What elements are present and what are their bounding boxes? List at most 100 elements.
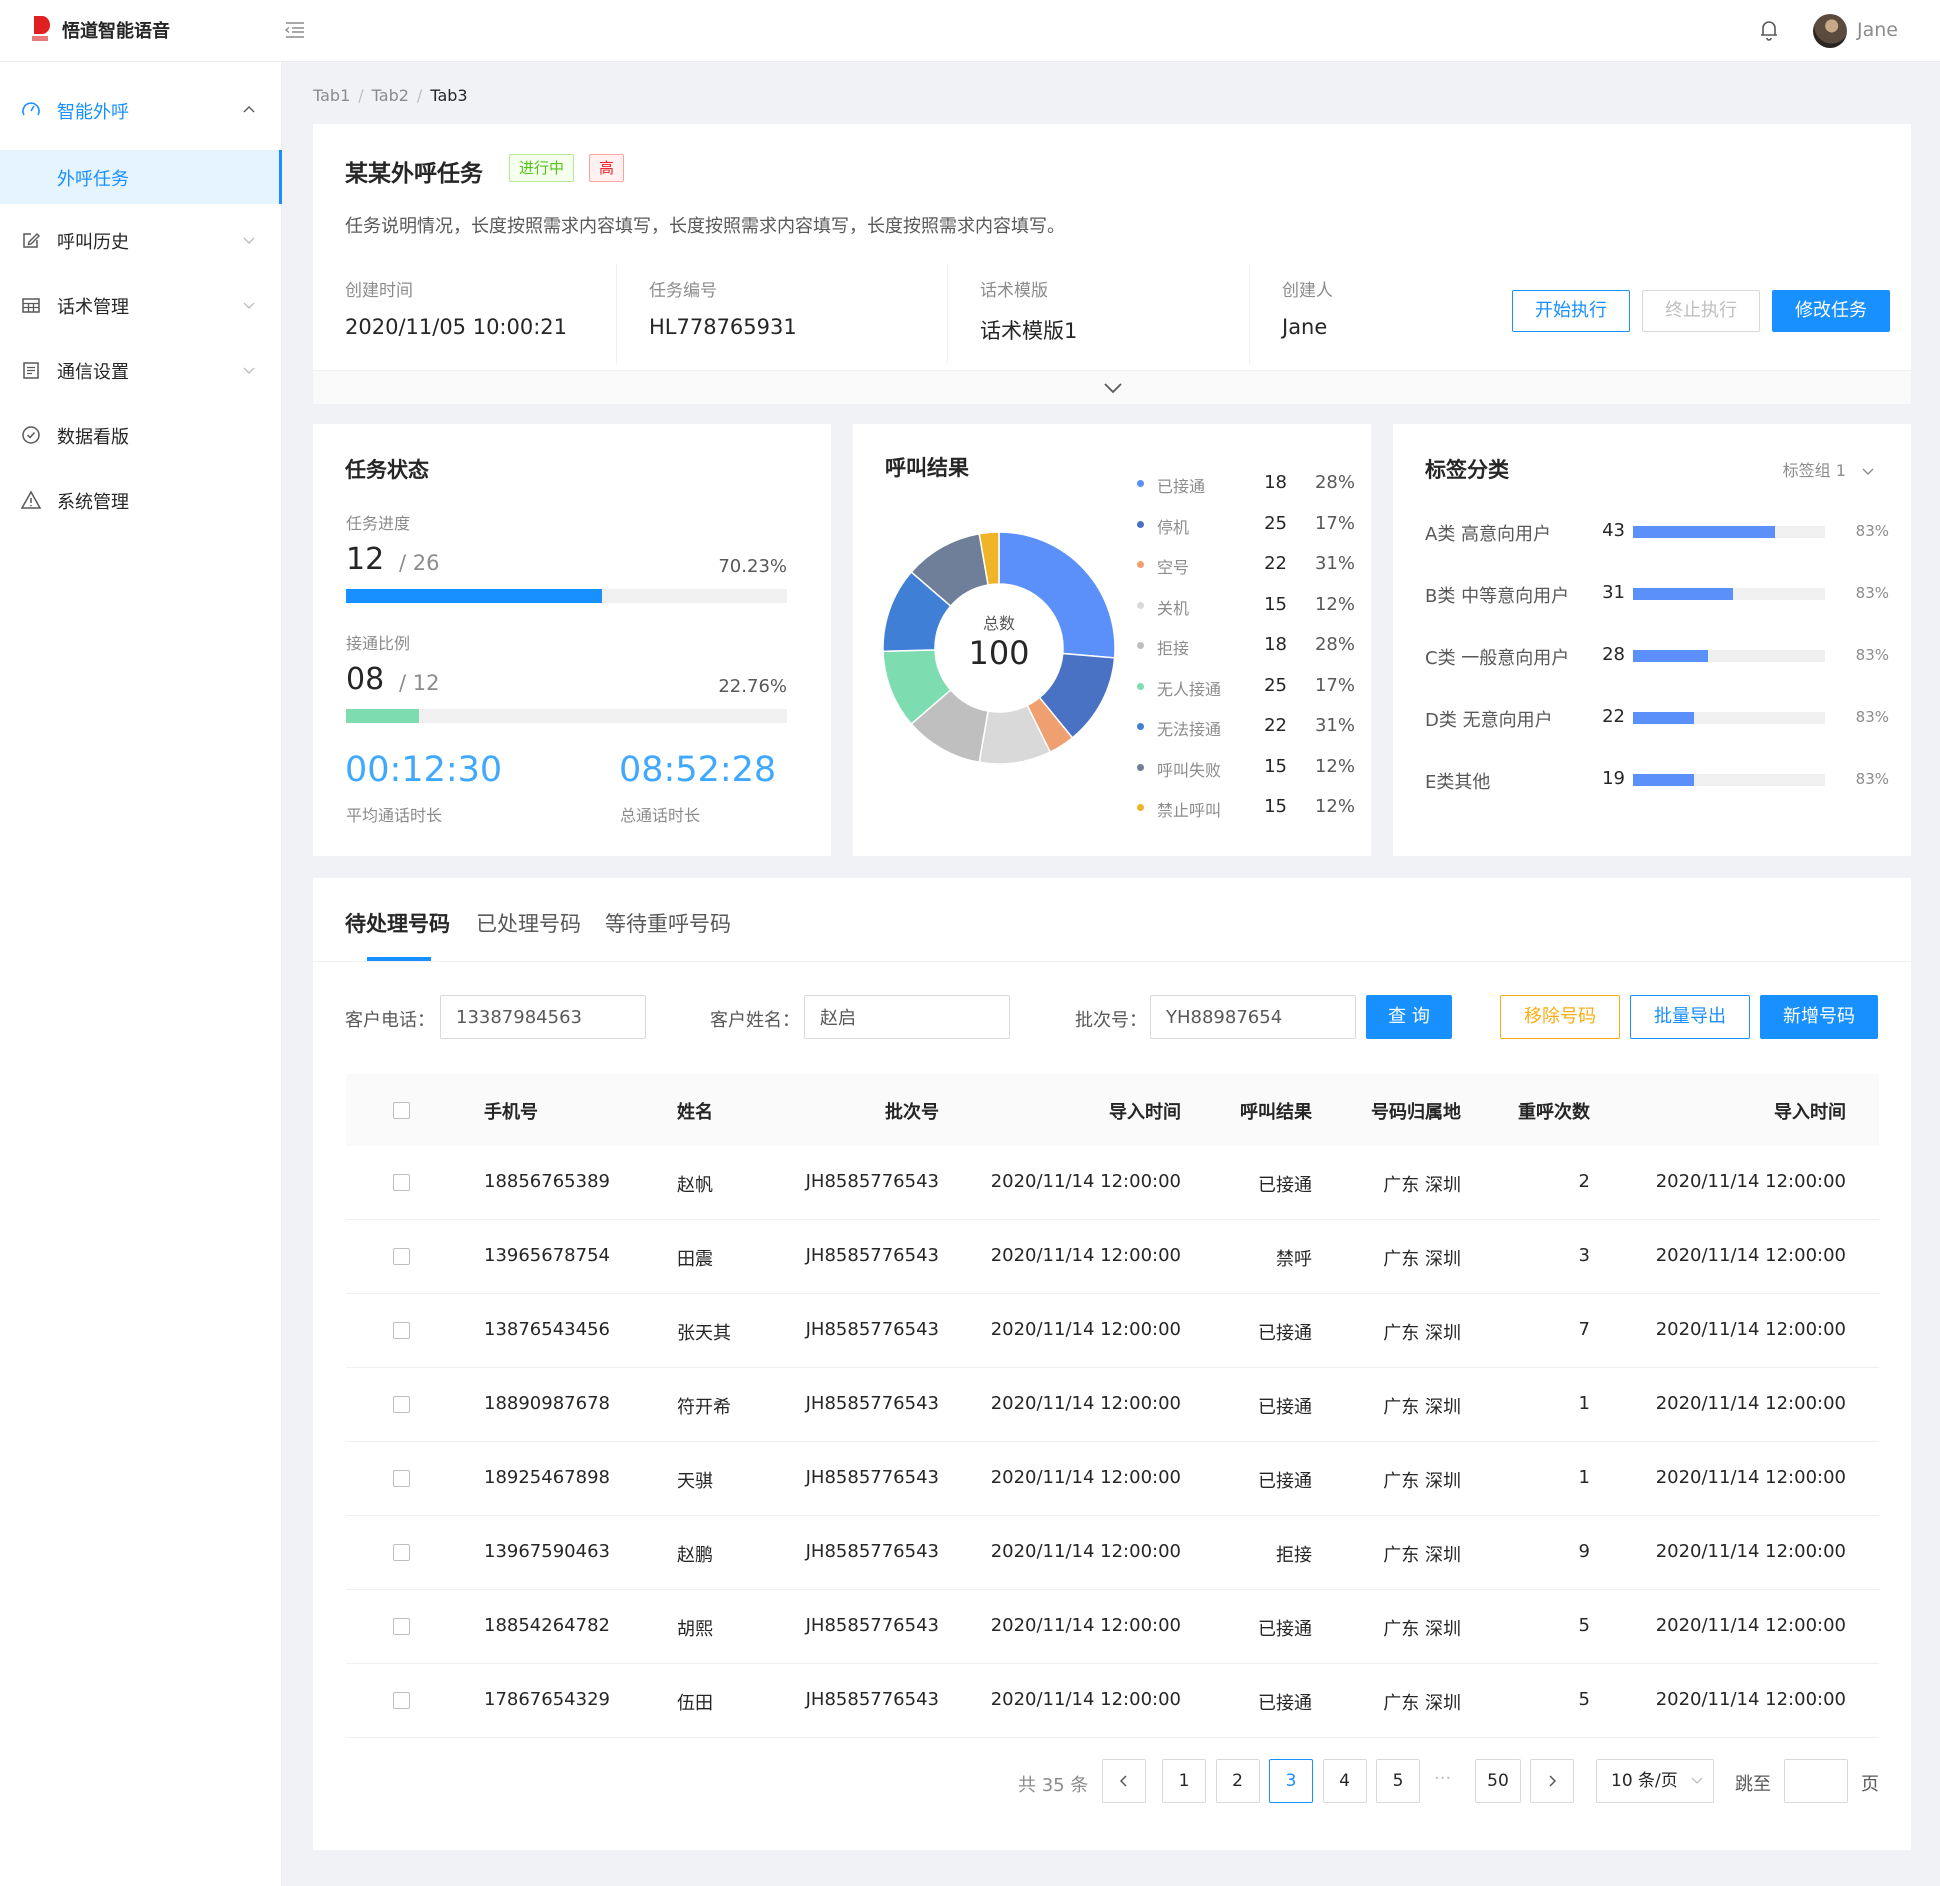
pagination-page[interactable]: 4 — [1322, 1759, 1367, 1803]
query-button[interactable]: 查 询 — [1366, 995, 1452, 1039]
chevron-down-icon — [1691, 1777, 1703, 1784]
column-header[interactable]: 姓名 — [677, 1098, 713, 1124]
table-row[interactable]: 18890987678 符开希 JH8585776543 2020/11/14 12:… — [346, 1368, 1879, 1442]
name-filter-input[interactable] — [804, 995, 1010, 1039]
cell-name: 田震 — [677, 1249, 713, 1270]
page-size-select[interactable]: 10 条/页 — [1596, 1759, 1714, 1803]
pagination-page[interactable]: 5 — [1376, 1759, 1420, 1803]
column-header[interactable]: 批次号 — [885, 1098, 939, 1124]
expand-toggle[interactable] — [313, 370, 1911, 404]
column-header[interactable]: 号码归属地 — [1371, 1098, 1461, 1124]
sidebar-item-smart-outbound[interactable]: 智能外呼 — [0, 84, 282, 136]
row-checkbox[interactable] — [393, 1322, 410, 1339]
cell-import-time: 2020/11/14 12:00:00 — [990, 1319, 1181, 1340]
table-row[interactable]: 17867654329 伍田 JH8585776543 2020/11/14 12:0… — [346, 1664, 1879, 1738]
jump-page-input[interactable] — [1784, 1759, 1848, 1803]
cell-import-time-2: 2020/11/14 12:00:00 — [1655, 1171, 1846, 1192]
start-button[interactable]: 开始执行 — [1512, 290, 1630, 332]
legend-item[interactable]: 空号 22 31% — [1137, 550, 1377, 580]
add-number-button[interactable]: 新增号码 — [1760, 995, 1878, 1039]
table-row[interactable]: 13876543456 张天其 JH8585776543 2020/11/14 12:… — [346, 1294, 1879, 1368]
table-row[interactable]: 18856765389 赵帆 JH8585776543 2020/11/14 12:0… — [346, 1146, 1879, 1220]
sidebar-item-communication-settings[interactable]: 通信设置 — [0, 344, 282, 396]
legend-label: 呼叫失败 — [1157, 760, 1222, 780]
tag-category-row: A类 高意向用户 43 83% — [1425, 516, 1905, 546]
legend-label: 拒接 — [1157, 639, 1190, 658]
legend-item[interactable]: 拒接 18 28% — [1137, 631, 1377, 661]
tab-processed-numbers[interactable]: 已处理号码 — [476, 908, 581, 938]
row-checkbox[interactable] — [393, 1618, 410, 1635]
legend-item[interactable]: 停机 25 17% — [1137, 510, 1377, 540]
row-checkbox[interactable] — [393, 1692, 410, 1709]
table-row[interactable]: 13965678754 田震 JH8585776543 2020/11/14 12:0… — [346, 1220, 1879, 1294]
row-checkbox[interactable] — [393, 1470, 410, 1487]
tag-category-percent: 83% — [1855, 770, 1889, 788]
cell-phone: 17867654329 — [484, 1689, 610, 1710]
sidebar-item-call-history[interactable]: 呼叫历史 — [0, 214, 282, 266]
divider — [1249, 264, 1250, 364]
pagination-page[interactable]: 3 — [1269, 1759, 1313, 1803]
breadcrumb-item[interactable]: Tab1 — [313, 86, 350, 105]
bell-icon[interactable] — [1758, 18, 1780, 42]
progress-total: / 26 — [399, 551, 440, 575]
card-title: 任务状态 — [345, 458, 429, 482]
breadcrumb-item[interactable]: Tab2 — [372, 86, 409, 105]
row-checkbox[interactable] — [393, 1174, 410, 1191]
pagination-page[interactable]: 1 — [1162, 1759, 1206, 1803]
column-header[interactable]: 导入时间 — [1109, 1098, 1181, 1124]
pagination-ellipsis[interactable]: ··· — [1434, 1768, 1451, 1789]
tag-group-select[interactable]: 标签组 1 — [1783, 457, 1875, 481]
legend-percent: 12% — [1314, 755, 1355, 777]
legend-item[interactable]: 呼叫失败 15 12% — [1137, 753, 1377, 783]
sidebar-item-label: 智能外呼 — [57, 102, 129, 123]
tag-category-percent: 83% — [1855, 646, 1889, 664]
column-header[interactable]: 重呼次数 — [1518, 1098, 1590, 1124]
cell-call-result: 已接通 — [1258, 1619, 1312, 1640]
tag-category-bar-fill — [1633, 712, 1695, 724]
legend-item[interactable]: 关机 15 12% — [1137, 591, 1377, 621]
tag-category-name: E类其他 — [1425, 772, 1491, 793]
cell-redial-count: 7 — [1578, 1319, 1590, 1340]
phone-filter-input[interactable] — [440, 995, 646, 1039]
avatar[interactable] — [1813, 14, 1847, 48]
batch-filter-input[interactable] — [1150, 995, 1356, 1039]
cell-name: 伍田 — [677, 1693, 713, 1714]
call-result-card: 呼叫结果 总数 100 已接通 18 28% 停机 25 17% 空号 22 31% 关机 15 12… — [853, 424, 1371, 856]
row-checkbox[interactable] — [393, 1396, 410, 1413]
pagination-page[interactable]: 2 — [1215, 1759, 1260, 1803]
sidebar-item-system-management[interactable]: 系统管理 — [0, 474, 282, 526]
legend-count: 22 — [1264, 715, 1287, 736]
remove-numbers-button[interactable]: 移除号码 — [1500, 995, 1620, 1039]
legend-item[interactable]: 无人接通 25 17% — [1137, 672, 1377, 702]
row-checkbox[interactable] — [393, 1248, 410, 1265]
legend-item[interactable]: 无法接通 22 31% — [1137, 712, 1377, 742]
stop-button[interactable]: 终止执行 — [1642, 290, 1760, 332]
batch-export-button[interactable]: 批量导出 — [1630, 995, 1750, 1039]
connect-total-value: 12 — [412, 671, 440, 695]
menu-fold-icon[interactable] — [284, 20, 306, 40]
column-header[interactable]: 呼叫结果 — [1240, 1098, 1312, 1124]
tab-redial-numbers[interactable]: 等待重呼号码 — [605, 908, 731, 938]
cell-location: 广东 深圳 — [1383, 1397, 1461, 1418]
edit-task-button[interactable]: 修改任务 — [1772, 290, 1890, 332]
tab-pending-numbers[interactable]: 待处理号码 — [345, 908, 450, 938]
select-all-checkbox[interactable] — [393, 1102, 410, 1119]
meta-value: HL778765931 — [649, 315, 797, 339]
sidebar-item-outbound-task[interactable]: 外呼任务 — [0, 150, 282, 204]
sidebar-item-script-management[interactable]: 话术管理 — [0, 279, 282, 331]
pagination-page-last[interactable]: 50 — [1475, 1759, 1521, 1803]
row-checkbox[interactable] — [393, 1544, 410, 1561]
sidebar-item-data-board[interactable]: 数据看版 — [0, 409, 282, 461]
table-row[interactable]: 18854264782 胡熙 JH8585776543 2020/11/14 12:0… — [346, 1590, 1879, 1664]
batch-filter-label: 批次号： — [1075, 1010, 1147, 1031]
pagination-next[interactable] — [1530, 1759, 1574, 1803]
column-header[interactable]: 手机号 — [484, 1098, 538, 1124]
table-row[interactable]: 18925467898 天骐 JH8585776543 2020/11/14 12:0… — [346, 1442, 1879, 1516]
pagination-prev[interactable] — [1102, 1759, 1146, 1803]
legend-item[interactable]: 已接通 18 28% — [1137, 469, 1377, 499]
legend-item[interactable]: 禁止呼叫 15 12% — [1137, 793, 1377, 823]
user-name[interactable]: Jane — [1857, 19, 1898, 41]
column-header[interactable]: 导入时间 — [1774, 1098, 1846, 1124]
table-row[interactable]: 13967590463 赵鹏 JH8585776543 2020/11/14 12:0… — [346, 1516, 1879, 1590]
top-header: 悟道智能语音 Jane — [0, 0, 1940, 62]
